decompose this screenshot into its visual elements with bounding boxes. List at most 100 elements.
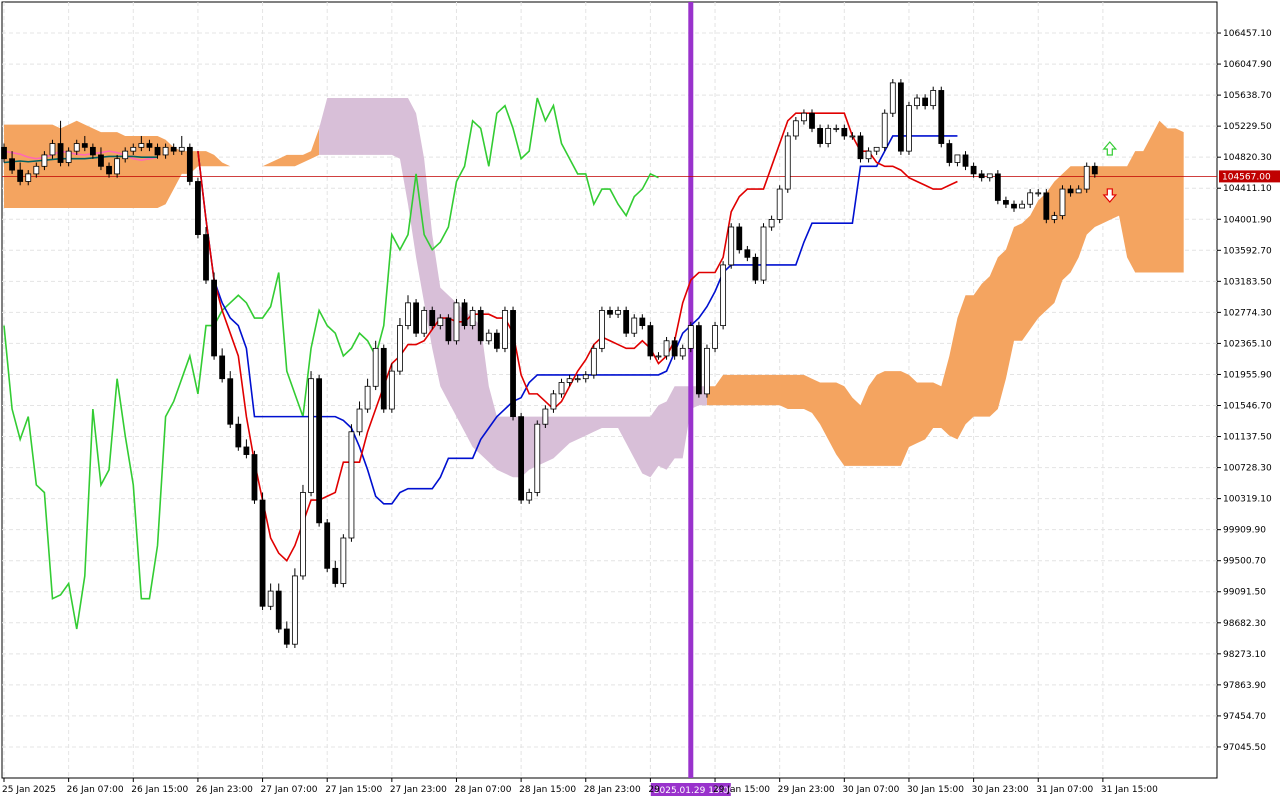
candle-body-bull [65,150,72,163]
candle-body-bull [485,332,492,342]
candle [817,124,823,148]
candle-body-bull [469,310,476,327]
candle-body-bear [203,234,209,281]
candle-body-bull [615,310,621,315]
candle-body-bull [542,408,549,425]
candle-body-bear [647,325,654,357]
candle [477,306,484,345]
candle-body-bear [695,325,702,395]
candle [728,223,735,269]
candle [114,154,121,178]
candle-body-bear [235,423,242,448]
candle [1083,162,1090,193]
candle-body-bear [1,146,7,160]
candle-body-bull [122,150,129,160]
y-tick-label: 104001.90 [1223,215,1272,225]
candle [397,318,403,375]
candle-body-bear [518,416,525,501]
x-tick-label: 26 Jan 15:00 [131,785,188,795]
candle [1059,185,1066,220]
candle-body-bear [946,143,953,163]
candle-body-bull [914,97,920,107]
candle-body-bull [534,423,541,493]
candle-body-bear [81,143,88,148]
x-tick-label: 26 Jan 23:00 [196,785,253,795]
candle-body-bear [243,446,250,455]
candle [510,306,516,421]
candle [493,329,500,353]
candle-body-bull [712,325,718,349]
candle-body-bear [186,146,193,182]
y-tick-label: 104411.10 [1223,184,1272,194]
y-tick-label: 97863.90 [1223,681,1266,691]
candle-body-bull [1019,203,1025,209]
candle [704,344,710,398]
y-tick-label: 102774.30 [1223,308,1272,318]
x-tick-label: 31 Jan 15:00 [1101,785,1158,795]
candle-body-bear [994,173,1001,201]
candle-body-bull [340,537,347,584]
candle [291,568,298,648]
candle-body-bull [720,264,727,327]
x-tick-label: 30 Jan 15:00 [907,785,964,795]
candle-body-bull [679,347,686,357]
candle-body-bear [154,146,161,156]
candle [469,306,476,330]
y-tick-label: 98682.30 [1223,619,1266,629]
x-tick-label: 30 Jan 23:00 [972,785,1029,795]
candle [663,336,670,360]
candle-body-bear [970,165,977,175]
x-tick-label: 28 Jan 23:00 [584,785,641,795]
candle-body-bull [889,82,896,114]
candle-body-bull [776,188,783,220]
candle-body-bull [825,127,832,144]
candle-body-bear [841,127,848,137]
candle [736,223,743,254]
candle-body-bull [33,165,40,175]
x-tick-label: 29 Jan 23:00 [778,785,835,795]
candle-body-bear [324,522,331,569]
candle [687,321,694,353]
candle-body-bear [275,590,282,630]
y-tick-label: 101955.90 [1223,370,1272,380]
candle-body-bull [566,378,573,383]
candle-body-bull [1027,192,1034,205]
candle-body-bear [671,340,678,357]
candle [590,344,597,379]
candle-body-bull [162,146,169,156]
x-axis: 25 Jan 2025 26 Jan 07:00 26 Jan 15:00 26 Ja… [2,778,1158,795]
candle-body-bull [1051,215,1058,220]
candle-body-bull [502,310,508,349]
chart[interactable]: 2025.01.29 13:00 104567.00 106457.10 1060… [0,0,1280,800]
candle-body-bull [291,575,298,645]
candle-body-bull [130,146,137,152]
y-tick-label: 106047.90 [1223,60,1272,70]
candle [760,223,767,284]
candle-body-bull [663,340,670,357]
candle-body-bull [590,347,597,376]
candle-body-bear [1011,203,1017,209]
candle-body-bull [881,112,888,148]
candle [906,101,912,155]
candle-body-bear [922,97,929,107]
x-tick-label: 28 Jan 07:00 [454,785,511,795]
y-tick-label: 100728.30 [1223,464,1272,474]
candle-body-bull [582,374,589,380]
candle-body-bull [599,310,605,349]
x-tick-label: 29 [648,785,660,795]
x-tick-label: 30 Jan 07:00 [842,785,899,795]
candle-body-bull [655,355,662,358]
x-tick-label: 28 Jan 15:00 [519,785,576,795]
candle [889,79,896,118]
chart-svg[interactable]: 2025.01.29 13:00 104567.00 106457.101060… [0,0,1280,800]
candle [324,519,331,573]
candle-body-bull [267,590,274,607]
candle [211,272,217,360]
candle-body-bull [453,302,460,342]
candle-body-bear [1091,165,1098,175]
candle-body-bear [1003,200,1009,205]
candle-body-bear [57,143,64,163]
y-tick-label: 103183.50 [1223,277,1272,287]
candle-body-bull [849,135,856,138]
y-tick-label: 99500.70 [1223,557,1266,567]
